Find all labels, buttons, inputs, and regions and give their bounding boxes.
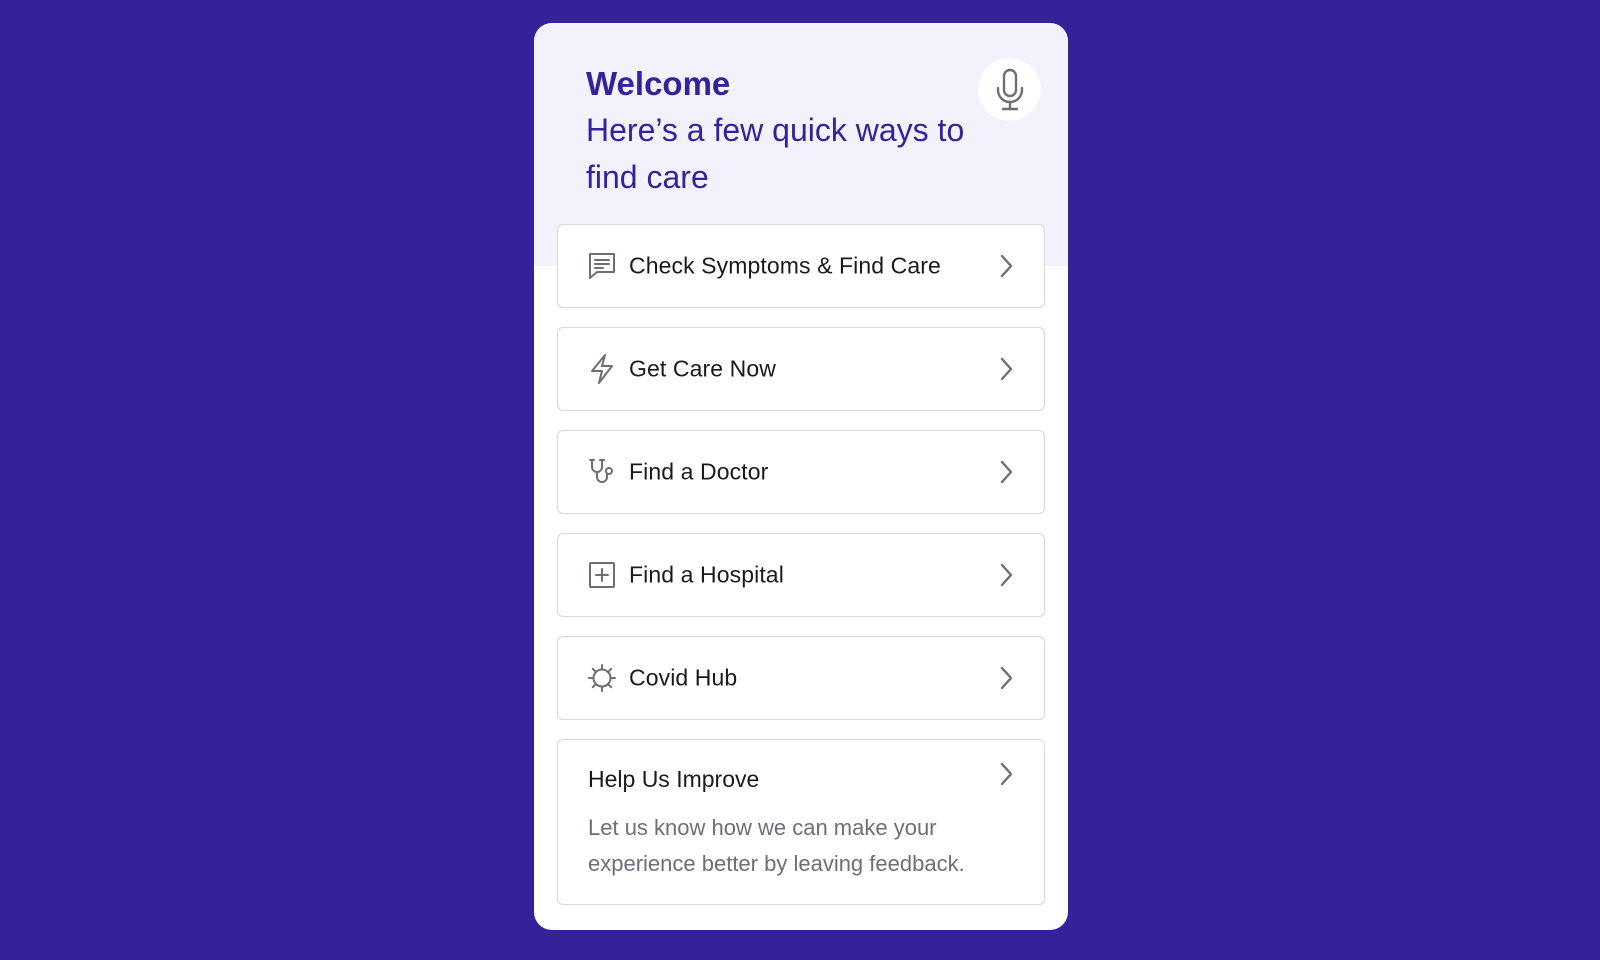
quick-actions-list: Check Symptoms & Find Care Get Care Now	[557, 224, 1045, 905]
covid-hub-label: Covid Hub	[629, 664, 738, 691]
help-us-improve-item[interactable]: Help Us Improve Let us know how we can m…	[557, 739, 1045, 905]
microphone-icon	[995, 68, 1025, 112]
find-doctor-label: Find a Doctor	[629, 458, 769, 485]
plus-square-icon	[587, 560, 617, 590]
page-title: Welcome	[586, 65, 731, 102]
find-hospital-item[interactable]: Find a Hospital	[557, 533, 1045, 617]
chat-message-icon	[587, 251, 617, 281]
get-care-now-label: Get Care Now	[629, 355, 776, 382]
chevron-right-icon	[998, 665, 1014, 691]
welcome-header: Welcome Here’s a few quick ways to find …	[586, 63, 986, 201]
find-doctor-item[interactable]: Find a Doctor	[557, 430, 1045, 514]
stethoscope-icon	[587, 457, 617, 487]
chevron-right-icon	[998, 253, 1014, 279]
check-symptoms-label: Check Symptoms & Find Care	[629, 252, 941, 279]
lightning-bolt-icon	[587, 354, 617, 384]
page-subtitle: Here’s a few quick ways to find care	[586, 112, 965, 195]
chevron-right-icon	[998, 761, 1014, 787]
chevron-right-icon	[998, 356, 1014, 382]
help-us-improve-title: Help Us Improve	[588, 766, 760, 792]
check-symptoms-item[interactable]: Check Symptoms & Find Care	[557, 224, 1045, 308]
find-hospital-label: Find a Hospital	[629, 561, 784, 588]
help-us-improve-description: Let us know how we can make your experie…	[588, 815, 965, 876]
chevron-right-icon	[998, 562, 1014, 588]
virus-icon	[587, 663, 617, 693]
get-care-now-item[interactable]: Get Care Now	[557, 327, 1045, 411]
voice-search-button[interactable]	[978, 58, 1041, 121]
quick-actions-card: Welcome Here’s a few quick ways to find …	[534, 23, 1068, 930]
covid-hub-item[interactable]: Covid Hub	[557, 636, 1045, 720]
chevron-right-icon	[998, 459, 1014, 485]
